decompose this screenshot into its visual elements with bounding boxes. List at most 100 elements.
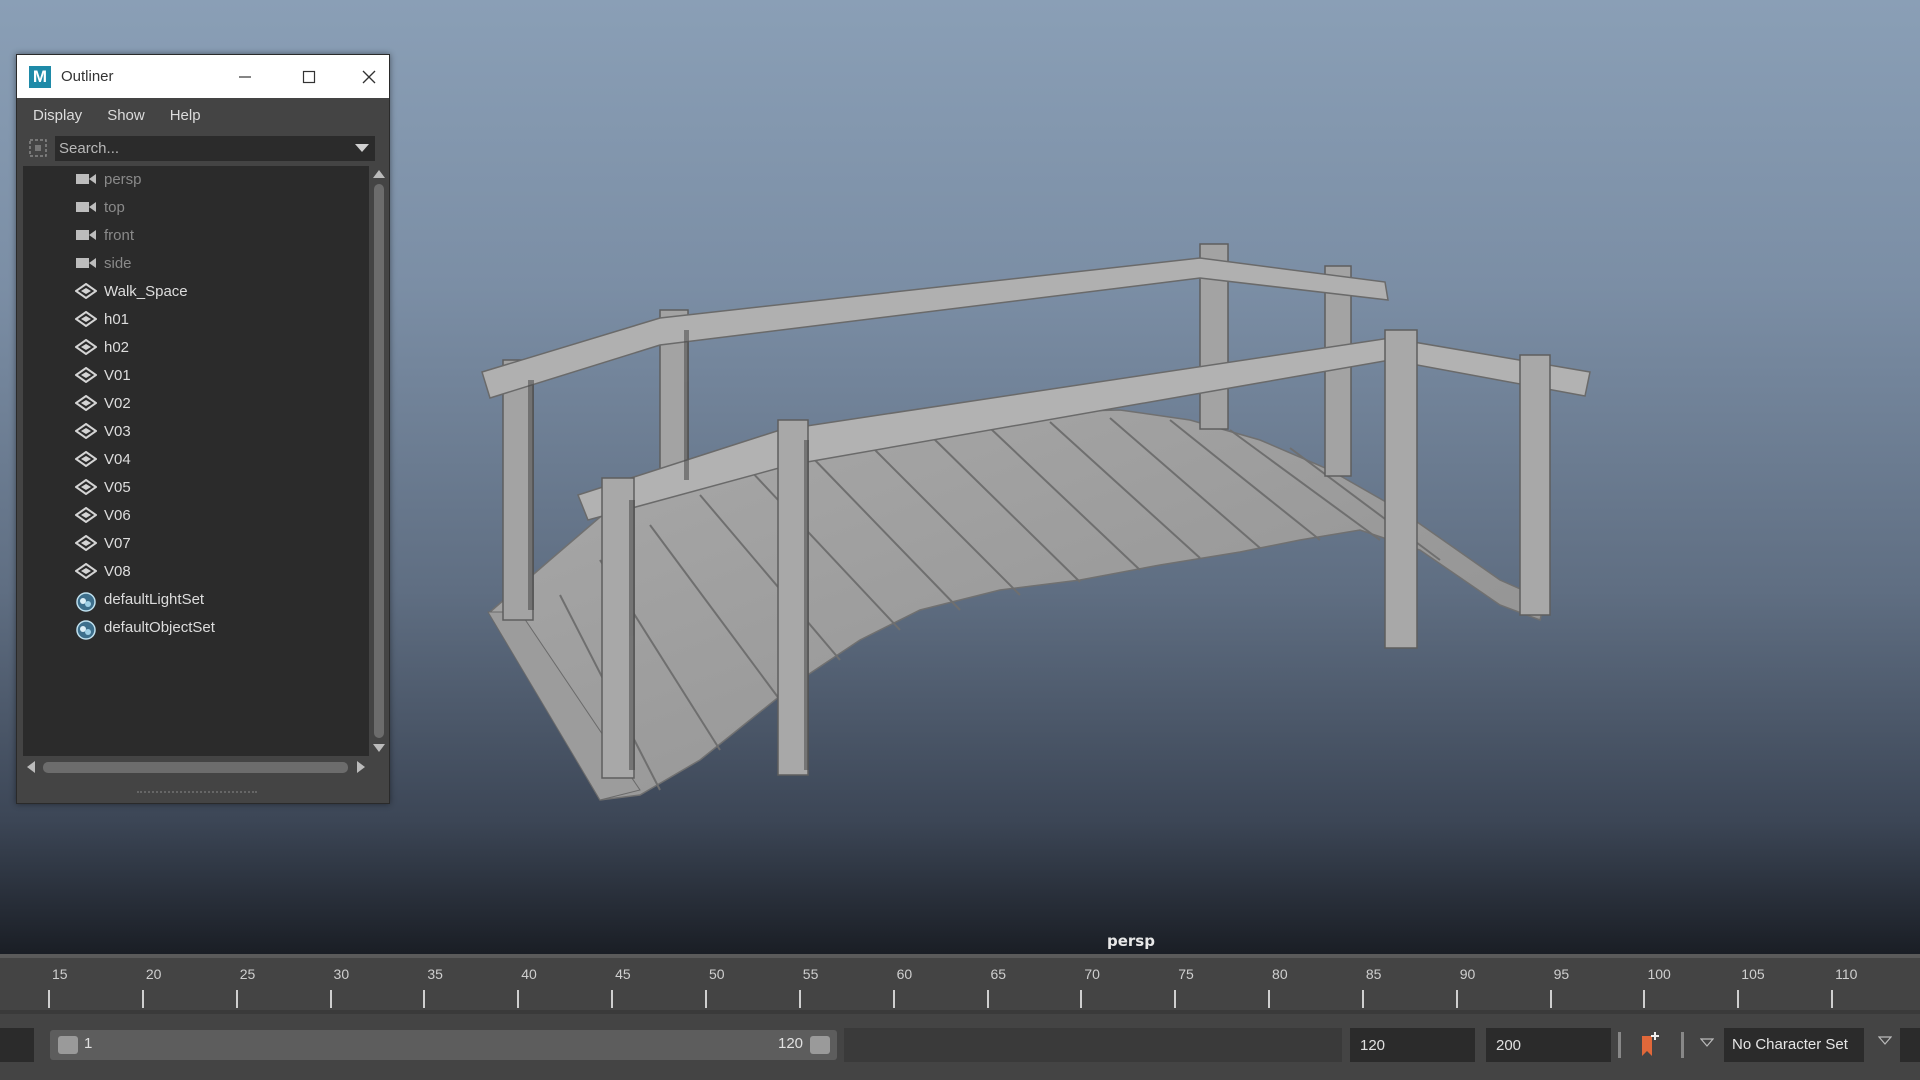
outliner-item-label: h01 xyxy=(104,311,130,328)
timeline-tick-mark xyxy=(1361,990,1364,1008)
vertical-scrollbar[interactable] xyxy=(369,166,389,756)
chevron-down-icon[interactable] xyxy=(1700,1038,1714,1047)
outliner-item[interactable]: persp xyxy=(23,166,369,194)
close-button[interactable] xyxy=(337,55,401,98)
transform-icon xyxy=(74,282,98,301)
timeline-tick-label: 40 xyxy=(521,966,537,982)
outliner-window[interactable]: M Outliner Display Show Help persp top fro… xyxy=(16,54,390,804)
timeline-tick-label: 80 xyxy=(1272,966,1288,982)
transform-icon xyxy=(74,506,98,525)
timeline-tick-mark xyxy=(1831,990,1834,1008)
anim-end-field[interactable] xyxy=(1350,1028,1475,1062)
outliner-item-label: V06 xyxy=(104,507,131,524)
timeline-tick-label: 35 xyxy=(427,966,443,982)
transform-icon xyxy=(74,562,98,581)
outliner-item-label: V07 xyxy=(104,535,131,552)
resize-grip[interactable] xyxy=(137,791,257,795)
timeline-tick-label: 65 xyxy=(990,966,1007,982)
outliner-item[interactable]: V06 xyxy=(23,502,369,530)
scroll-up-icon[interactable] xyxy=(373,170,385,178)
timeline-tick-label: 45 xyxy=(615,966,631,982)
max-end-field[interactable] xyxy=(1486,1028,1611,1062)
close-icon xyxy=(362,70,376,83)
character-set-select[interactable]: No Character Set xyxy=(1724,1028,1864,1062)
timeline-tick-label: 55 xyxy=(802,966,819,982)
timeline-tick-label: 15 xyxy=(52,966,68,982)
outliner-menubar: Display Show Help xyxy=(17,98,389,132)
scroll-right-icon[interactable] xyxy=(357,761,365,773)
vertical-scroll-thumb[interactable] xyxy=(374,184,384,738)
divider-handle-icon xyxy=(1618,1032,1621,1058)
outliner-tree[interactable]: persp top front side Walk_Space h01 h02 V01 V02 V… xyxy=(23,166,369,756)
timeline-tick-label: 20 xyxy=(145,966,162,982)
outliner-item[interactable]: V04 xyxy=(23,446,369,474)
timeline-tick-mark xyxy=(141,990,144,1008)
outliner-item[interactable]: V08 xyxy=(23,558,369,586)
outliner-item[interactable]: V02 xyxy=(23,390,369,418)
range-start-handle[interactable] xyxy=(58,1036,78,1054)
time-slider[interactable]: 15 20 25 30 35 40 45 50 55 60 65 70 75 80 85 90 95 100 105… xyxy=(0,954,1920,1010)
outliner-item-label: V01 xyxy=(104,367,131,384)
transform-icon xyxy=(74,534,98,553)
horizontal-scrollbar[interactable] xyxy=(23,756,369,778)
timeline-tick-label: 90 xyxy=(1459,966,1476,982)
outliner-item-label: h02 xyxy=(104,339,130,356)
outliner-item[interactable]: defaultObjectSet xyxy=(23,614,369,642)
range-end-value: 120 xyxy=(778,1035,804,1052)
chevron-down-icon[interactable] xyxy=(355,143,369,153)
maya-logo-icon: M xyxy=(29,65,51,88)
timeline-tick-mark xyxy=(235,990,238,1008)
outliner-item[interactable]: h01 xyxy=(23,306,369,334)
anim-layer-field[interactable] xyxy=(1900,1028,1920,1062)
maximize-button[interactable] xyxy=(277,55,341,98)
transform-icon xyxy=(74,450,98,469)
timeline-tick-label: 30 xyxy=(333,966,350,982)
scroll-left-icon[interactable] xyxy=(27,761,35,773)
outliner-item[interactable]: top xyxy=(23,194,369,222)
outliner-item[interactable]: front xyxy=(23,222,369,250)
outliner-item-label: top xyxy=(104,199,125,216)
outliner-item[interactable]: h02 xyxy=(23,334,369,362)
horizontal-scroll-thumb[interactable] xyxy=(43,762,348,773)
outliner-item-label: V02 xyxy=(104,395,131,412)
menu-show[interactable]: Show xyxy=(107,107,145,124)
set-icon xyxy=(75,619,97,640)
camera-icon xyxy=(75,255,97,273)
filter-icon[interactable] xyxy=(27,137,49,159)
transform-icon xyxy=(74,366,98,385)
anim-start-field[interactable] xyxy=(0,1028,34,1062)
minimize-button[interactable] xyxy=(213,55,277,98)
timeline-tick-label: 25 xyxy=(239,966,256,982)
range-slider-bar: 1 120 No Character Set xyxy=(0,1010,1920,1080)
timeline-tick-mark xyxy=(1737,990,1740,1008)
transform-icon xyxy=(74,422,98,441)
chevron-down-icon[interactable] xyxy=(1878,1036,1892,1045)
search-box xyxy=(55,135,375,161)
range-slider-gap xyxy=(844,1028,1342,1062)
outliner-item-label: defaultLightSet xyxy=(104,591,205,608)
outliner-item[interactable]: V07 xyxy=(23,530,369,558)
timeline-tick-label: 100 xyxy=(1647,966,1671,982)
camera-icon xyxy=(75,199,97,217)
outliner-titlebar[interactable]: M Outliner xyxy=(17,55,389,98)
outliner-item-label: V03 xyxy=(104,423,131,440)
timeline-tick-mark xyxy=(1174,990,1177,1008)
menu-display[interactable]: Display xyxy=(33,107,82,124)
scroll-down-icon[interactable] xyxy=(373,744,385,752)
outliner-item[interactable]: V05 xyxy=(23,474,369,502)
outliner-item[interactable]: V03 xyxy=(23,418,369,446)
timeline-tick-mark xyxy=(798,990,801,1008)
outliner-item[interactable]: Walk_Space xyxy=(23,278,369,306)
range-slider[interactable]: 1 120 xyxy=(50,1030,837,1060)
outliner-item[interactable]: side xyxy=(23,250,369,278)
timeline-tick-label: 95 xyxy=(1553,966,1570,982)
timeline-tick-mark xyxy=(892,990,895,1008)
auto-key-icon[interactable] xyxy=(1638,1030,1660,1060)
outliner-item[interactable]: V01 xyxy=(23,362,369,390)
outliner-item-label: V08 xyxy=(104,563,131,580)
search-input[interactable] xyxy=(55,135,345,161)
outliner-item[interactable]: defaultLightSet xyxy=(23,586,369,614)
menu-help[interactable]: Help xyxy=(170,107,201,124)
timeline-tick-mark xyxy=(1268,990,1271,1008)
range-end-handle[interactable] xyxy=(810,1036,830,1054)
